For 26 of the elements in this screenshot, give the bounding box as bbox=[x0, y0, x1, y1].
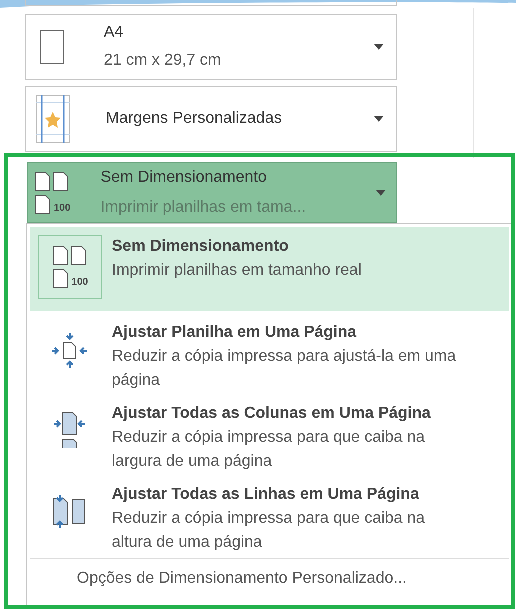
caret-icon bbox=[376, 190, 386, 196]
custom-scaling-options-link[interactable]: Opções de Dimensionamento Personalizado... bbox=[30, 561, 509, 597]
option-description: Reduzir a cópia impressa para que caiba na largura de uma página bbox=[112, 428, 426, 472]
paper-size-dropdown[interactable]: A4 21 cm x 29,7 cm bbox=[25, 14, 397, 80]
paper-dimensions: 21 cm x 29,7 cm bbox=[104, 51, 222, 71]
scaling-description: Imprimir planilhas em tama... bbox=[100, 198, 308, 218]
pages-icon bbox=[52, 245, 86, 289]
option-title: Ajustar Todas as Linhas em Uma Página bbox=[112, 485, 420, 505]
margins-label: Margens Personalizadas bbox=[106, 109, 284, 129]
caret-icon bbox=[374, 44, 384, 50]
scaling-name: Sem Dimensionamento bbox=[100, 168, 268, 188]
paper-name: A4 bbox=[104, 23, 125, 43]
margins-dropdown[interactable]: Margens Personalizadas bbox=[25, 86, 397, 152]
zoom-label: 100 bbox=[54, 202, 71, 214]
option-title: Ajustar Todas as Colunas em Uma Página bbox=[112, 404, 432, 424]
option-description: Reduzir a cópia impressa para que caiba na altura de uma página bbox=[112, 509, 426, 553]
option-title: Ajustar Planilha em Uma Página bbox=[112, 323, 358, 343]
margins-icon bbox=[36, 95, 70, 143]
zoom-label: 100 bbox=[72, 277, 88, 289]
option-description: Imprimir planilhas em tamanho real bbox=[112, 261, 363, 281]
caret-icon bbox=[374, 116, 384, 122]
option-title: Sem Dimensionamento bbox=[112, 237, 290, 257]
page-icon bbox=[40, 30, 64, 64]
scaling-dropdown[interactable]: 100 Sem Dimensionamento Imprimir planilhas em tama... bbox=[27, 162, 397, 223]
scaling-option[interactable]: 100 Sem Dimensionamento Imprimir planilhas em tamanho real bbox=[30, 227, 509, 311]
option-description: Reduzir a cópia impressa para ajustá-la em uma página bbox=[112, 347, 457, 391]
